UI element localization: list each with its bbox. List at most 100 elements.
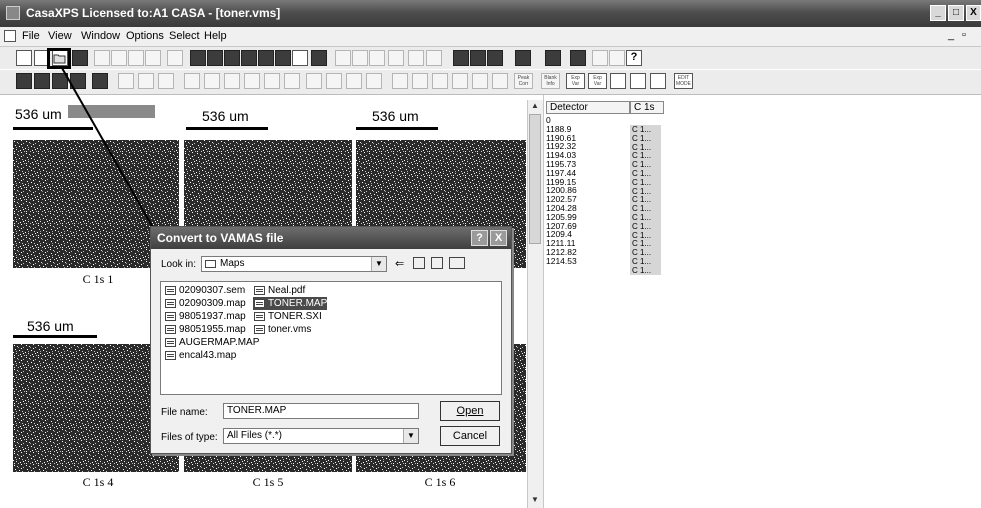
new-folder-icon[interactable] [431,257,443,269]
tile-2-icon[interactable] [34,73,50,89]
display-2-icon[interactable] [207,50,223,66]
file-item[interactable]: 02090309.map [164,297,246,310]
c1s-cell[interactable]: C 1... [630,195,661,204]
line-icon[interactable] [408,50,424,66]
report-icon[interactable] [292,50,308,66]
file-item[interactable]: Neal.pdf [253,284,305,297]
peak-5-icon[interactable] [264,73,280,89]
c1s-cell[interactable]: C 1... [630,177,661,187]
c1s-cell[interactable]: C 1... [630,204,661,213]
file-item-selected[interactable]: TONER.MAP [253,297,328,310]
file-item[interactable]: 98051955.map [164,323,246,336]
file-type-dropdown-icon[interactable]: ▼ [403,429,418,443]
overlay-4-icon[interactable] [515,50,531,66]
menu-options[interactable]: Options [126,30,164,42]
chart-icon[interactable] [570,50,586,66]
file-type-select[interactable]: All Files (*.*) ▼ [223,428,419,444]
close-button[interactable]: X [966,5,981,21]
open-button[interactable]: Open [440,401,500,421]
view-3-icon[interactable] [432,73,448,89]
look-in-select[interactable]: Maps ▼ [201,256,387,272]
file-item[interactable]: AUGERMAP.MAP [164,336,259,349]
peak-corr-button[interactable]: Peak Corr [514,73,533,89]
paste-special-icon[interactable] [145,50,161,66]
balance-icon[interactable] [650,73,666,89]
menu-window[interactable]: Window [81,30,120,42]
c1s-cell[interactable]: C 1... [630,221,661,231]
window-2-icon[interactable] [352,50,368,66]
file-item[interactable]: toner.vms [253,323,311,336]
blank-info-button[interactable]: Blank Info [541,73,560,89]
table-row[interactable]: 1214.53 C 1... [546,256,661,275]
exp-var-2-button[interactable]: Exp Var [588,73,607,89]
c1s-cell[interactable]: C 1... [630,133,661,143]
mdi-minimize-button[interactable]: _ [948,29,954,41]
dialog-help-button[interactable]: ? [471,230,488,246]
display-5-icon[interactable] [258,50,274,66]
save-icon[interactable] [72,50,88,66]
vertical-scrollbar[interactable]: ▲ ▼ [527,100,543,508]
peak-4-icon[interactable] [244,73,260,89]
menu-help[interactable]: Help [204,30,227,42]
paste-icon[interactable] [128,50,144,66]
display-4-icon[interactable] [241,50,257,66]
menu-view[interactable]: View [48,30,72,42]
window-3-icon[interactable] [369,50,385,66]
print-preview-icon[interactable] [609,50,625,66]
back-icon[interactable]: ⇐ [395,257,404,270]
c1s-cell[interactable]: C 1... [630,265,661,275]
tile-5-icon[interactable] [92,73,108,89]
tile-3-icon[interactable] [52,73,68,89]
cut-icon[interactable] [94,50,110,66]
look-in-dropdown-icon[interactable]: ▼ [371,257,386,271]
mdi-restore-button[interactable]: ▫ [962,29,966,41]
expand-icon[interactable] [158,73,174,89]
scroll-thumb[interactable] [529,114,541,244]
peak-icon[interactable] [184,73,200,89]
display-3-icon[interactable] [224,50,240,66]
file-item[interactable]: TONER.SXI [253,310,322,323]
minimize-button[interactable]: _ [930,5,946,21]
c1s-cell[interactable]: C 1... [630,142,661,151]
c1s-cell[interactable]: C 1... [630,239,661,248]
tile-4-icon[interactable] [70,73,86,89]
about-help-icon[interactable]: ? [626,50,642,66]
overlay-3-icon[interactable] [487,50,503,66]
view-icon[interactable] [392,73,408,89]
menu-file[interactable]: File [22,30,40,42]
view-4-icon[interactable] [452,73,468,89]
bars-icon[interactable] [426,50,442,66]
peak-6-icon[interactable] [284,73,300,89]
cancel-button[interactable]: Cancel [440,426,500,446]
c1s-cell[interactable]: C 1... [630,169,661,178]
tile-icon[interactable] [16,73,32,89]
view-5-icon[interactable] [472,73,488,89]
scroll-down-icon[interactable]: ▼ [529,494,541,506]
display-icon[interactable] [190,50,206,66]
c1s-cell[interactable]: C 1... [630,230,661,239]
view-6-icon[interactable] [492,73,508,89]
overlay-icon[interactable] [453,50,469,66]
dialog-close-button[interactable]: X [490,230,507,246]
c1s-cell[interactable]: C 1... [630,186,661,195]
menu-select[interactable]: Select [169,30,200,42]
page-icon[interactable] [167,50,183,66]
el-icon[interactable] [610,73,626,89]
file-item[interactable]: 02090307.sem [164,284,245,297]
up-folder-icon[interactable] [413,257,425,269]
scroll-up-icon[interactable]: ▲ [529,100,541,112]
view-menu-icon[interactable] [449,257,465,269]
window-4-icon[interactable] [388,50,404,66]
detector-header[interactable]: Detector [546,101,630,114]
view-2-icon[interactable] [412,73,428,89]
hv-icon[interactable] [630,73,646,89]
copy-icon[interactable] [111,50,127,66]
c1s-cell[interactable]: C 1... [630,151,661,160]
grid-3-icon[interactable] [346,73,362,89]
library-2-icon[interactable] [545,50,561,66]
grid-icon[interactable] [306,73,322,89]
exp-var-button[interactable]: Exp Var [566,73,585,89]
c1s-cell[interactable]: C 1... [630,248,661,257]
c1s-cell[interactable]: C 1... [630,125,661,134]
edit-mode-button[interactable]: EDIT MODE [674,73,693,89]
